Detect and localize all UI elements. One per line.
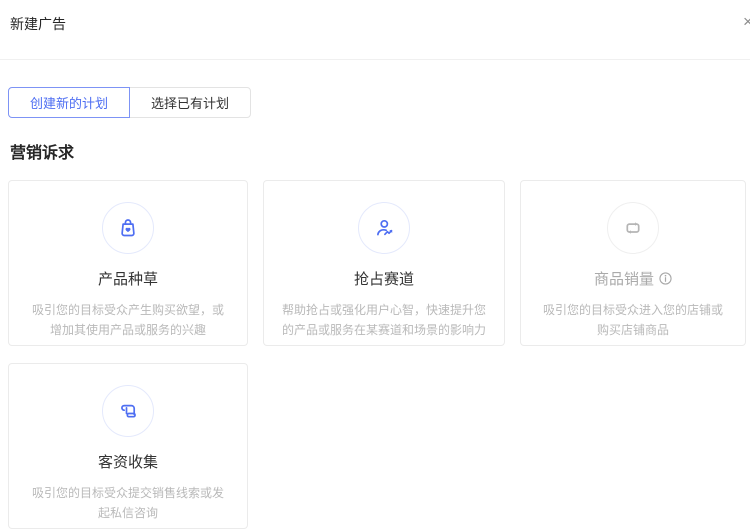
goal-card-title: 产品种草 bbox=[98, 268, 158, 289]
goal-card-seize-track[interactable]: 抢占赛道 帮助抢占或强化用户心智，快速提升您的产品或服务在某赛道和场景的影响力 bbox=[263, 180, 505, 346]
header-divider bbox=[0, 59, 750, 60]
scroll-icon bbox=[102, 385, 154, 437]
goal-card-product-seeding[interactable]: 产品种草 吸引您的目标受众产生购买欲望，或增加其使用产品或服务的兴趣 bbox=[8, 180, 248, 346]
close-icon[interactable]: × bbox=[743, 13, 750, 30]
goal-card-title: 抢占赛道 bbox=[354, 268, 414, 289]
goal-card-title: 客资收集 bbox=[98, 451, 158, 472]
goal-card-title: 商品销量 bbox=[594, 268, 654, 289]
info-icon[interactable] bbox=[659, 272, 672, 285]
bag-heart-icon bbox=[102, 202, 154, 254]
exchange-loop-icon bbox=[607, 202, 659, 254]
goal-card-description: 吸引您的目标受众提交销售线索或发起私信咨询 bbox=[9, 483, 247, 523]
tab-create-new-plan[interactable]: 创建新的计划 bbox=[8, 87, 130, 118]
plan-tab-group: 创建新的计划 选择已有计划 bbox=[8, 87, 251, 118]
goal-card-description: 帮助抢占或强化用户心智，快速提升您的产品或服务在某赛道和场景的影响力 bbox=[264, 300, 504, 340]
new-ad-dialog: 新建广告 × 创建新的计划 选择已有计划 营销诉求 产品种草 吸引您的目标受众产… bbox=[0, 0, 750, 530]
goal-card-product-sales[interactable]: 商品销量 吸引您的目标受众进入您的店铺或购买店铺商品 bbox=[520, 180, 746, 346]
section-title-marketing-goal: 营销诉求 bbox=[10, 139, 74, 163]
goal-card-description: 吸引您的目标受众产生购买欲望，或增加其使用产品或服务的兴趣 bbox=[9, 300, 247, 340]
user-trend-arrow-icon bbox=[358, 202, 410, 254]
goal-card-description: 吸引您的目标受众进入您的店铺或购买店铺商品 bbox=[521, 300, 745, 340]
goal-card-lead-collection[interactable]: 客资收集 吸引您的目标受众提交销售线索或发起私信咨询 bbox=[8, 363, 248, 529]
dialog-title: 新建广告 bbox=[10, 14, 66, 34]
tab-select-existing-plan[interactable]: 选择已有计划 bbox=[129, 87, 251, 118]
